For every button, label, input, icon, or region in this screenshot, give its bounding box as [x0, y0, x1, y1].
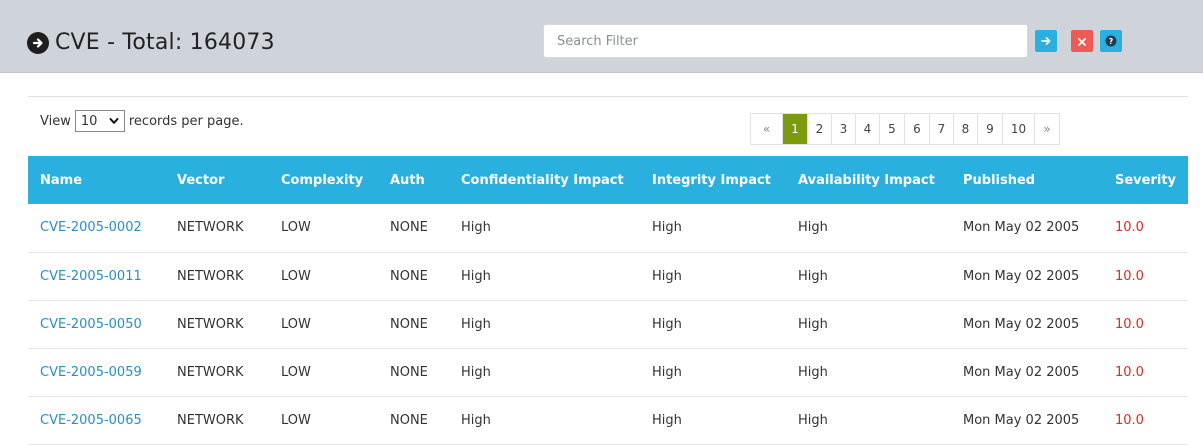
per-page-value: 10	[80, 113, 98, 129]
cve-name-link[interactable]: CVE-2005-0002	[28, 204, 165, 253]
column-header-published[interactable]: Published	[951, 156, 1103, 204]
table-cell-complexity: LOW	[269, 300, 378, 349]
table-cell-vector: NETWORK	[165, 348, 269, 397]
page-button-3[interactable]: 3	[831, 114, 855, 144]
close-icon	[1077, 32, 1087, 51]
table-cell-vector: NETWORK	[165, 204, 269, 253]
table-cell-availability-impact: High	[786, 396, 951, 445]
table-cell-auth: NONE	[378, 348, 449, 397]
table-cell-complexity: LOW	[269, 252, 378, 301]
table-cell-published: Mon May 02 2005	[951, 348, 1103, 397]
page-prev-button[interactable]: «	[751, 114, 782, 144]
view-prefix-label: View	[40, 113, 71, 129]
cve-name-link[interactable]: CVE-2005-0011	[28, 252, 165, 301]
column-header-auth[interactable]: Auth	[378, 156, 449, 204]
table-row: CVE-2005-0011 NETWORK LOW NONE High High High M…	[28, 252, 1188, 301]
table-cell-auth: NONE	[378, 204, 449, 253]
table-cell-confidentiality-impact: High	[449, 300, 640, 349]
table-cell-confidentiality-impact: High	[449, 348, 640, 397]
column-header-confidentiality-impact[interactable]: Confidentiality Impact	[449, 156, 640, 204]
column-header-vector[interactable]: Vector	[165, 156, 269, 204]
table-cell-confidentiality-impact: High	[449, 396, 640, 445]
divider	[28, 96, 1188, 97]
page-button-8[interactable]: 8	[953, 114, 977, 144]
page-button-6[interactable]: 6	[904, 114, 929, 144]
table-cell-published: Mon May 02 2005	[951, 300, 1103, 349]
page-button-5[interactable]: 5	[879, 114, 904, 144]
apply-filter-button[interactable]	[1035, 30, 1057, 52]
page-button-10[interactable]: 10	[1002, 114, 1034, 144]
help-button[interactable]: ?	[1100, 30, 1122, 52]
column-header-name[interactable]: Name	[28, 156, 165, 204]
table-cell-vector: NETWORK	[165, 252, 269, 301]
table-cell-availability-impact: High	[786, 348, 951, 397]
table-cell-availability-impact: High	[786, 300, 951, 349]
pagination: «1 2 3 4 5 6 7 8 9 10»	[750, 113, 1060, 145]
table-cell-integrity-impact: High	[640, 204, 786, 253]
table-row: CVE-2005-0059 NETWORK LOW NONE High High High M…	[28, 348, 1188, 397]
records-per-page-control: View 10 records per page.	[40, 110, 244, 132]
page-title-text: CVE - Total: 164073	[55, 30, 275, 55]
page-next-button[interactable]: »	[1034, 114, 1059, 144]
severity-cell: 10.0	[1103, 252, 1188, 301]
table-cell-integrity-impact: High	[640, 300, 786, 349]
table-cell-complexity: LOW	[269, 204, 378, 253]
table-cell-published: Mon May 02 2005	[951, 252, 1103, 301]
table-cell-integrity-impact: High	[640, 252, 786, 301]
question-circle-icon: ?	[1105, 32, 1117, 51]
page-button-2[interactable]: 2	[807, 114, 831, 144]
table-row: CVE-2005-0065 NETWORK LOW NONE High High High M…	[28, 396, 1188, 445]
table-cell-integrity-impact: High	[640, 396, 786, 445]
column-header-integrity-impact[interactable]: Integrity Impact	[640, 156, 786, 204]
table-cell-availability-impact: High	[786, 204, 951, 253]
severity-cell: 10.0	[1103, 204, 1188, 253]
severity-cell: 10.0	[1103, 396, 1188, 445]
table-cell-published: Mon May 02 2005	[951, 396, 1103, 445]
table-cell-auth: NONE	[378, 252, 449, 301]
table-cell-published: Mon May 02 2005	[951, 204, 1103, 253]
severity-cell: 10.0	[1103, 348, 1188, 397]
table-cell-confidentiality-impact: High	[449, 252, 640, 301]
view-suffix-label: records per page.	[128, 113, 244, 129]
column-header-severity[interactable]: Severity	[1103, 156, 1188, 204]
page-button-9[interactable]: 9	[977, 114, 1002, 144]
per-page-select[interactable]: 10	[74, 110, 125, 132]
top-bar: CVE - Total: 164073 ?	[0, 0, 1203, 73]
cve-name-link[interactable]: CVE-2005-0059	[28, 348, 165, 397]
severity-cell: 10.0	[1103, 300, 1188, 349]
table-row: CVE-2005-0050 NETWORK LOW NONE High High High M…	[28, 300, 1188, 349]
cve-name-link[interactable]: CVE-2005-0065	[28, 396, 165, 445]
page-button-1[interactable]: 1	[782, 114, 807, 144]
table-cell-confidentiality-impact: High	[449, 204, 640, 253]
cve-table: Name Vector Complexity Auth Confidentiality …	[28, 156, 1188, 445]
column-header-availability-impact[interactable]: Availability Impact	[786, 156, 951, 204]
table-cell-vector: NETWORK	[165, 300, 269, 349]
table-cell-vector: NETWORK	[165, 396, 269, 445]
table-cell-complexity: LOW	[269, 396, 378, 445]
arrow-circle-right-icon	[27, 31, 49, 54]
svg-text:?: ?	[1109, 37, 1114, 46]
table-cell-complexity: LOW	[269, 348, 378, 397]
page-button-7[interactable]: 7	[929, 114, 953, 144]
table-cell-availability-impact: High	[786, 252, 951, 301]
chevron-down-icon	[109, 114, 119, 129]
page-button-4[interactable]: 4	[855, 114, 879, 144]
table-cell-auth: NONE	[378, 300, 449, 349]
table-cell-auth: NONE	[378, 396, 449, 445]
table-cell-integrity-impact: High	[640, 348, 786, 397]
arrow-right-icon	[1040, 32, 1052, 51]
table-header-row: Name Vector Complexity Auth Confidentiality …	[28, 156, 1188, 204]
table-row: CVE-2005-0002 NETWORK LOW NONE High High High M…	[28, 204, 1188, 253]
cve-name-link[interactable]: CVE-2005-0050	[28, 300, 165, 349]
column-header-complexity[interactable]: Complexity	[269, 156, 378, 204]
search-input[interactable]	[543, 24, 1028, 58]
page-title: CVE - Total: 164073	[27, 30, 275, 55]
clear-filter-button[interactable]	[1071, 30, 1093, 52]
